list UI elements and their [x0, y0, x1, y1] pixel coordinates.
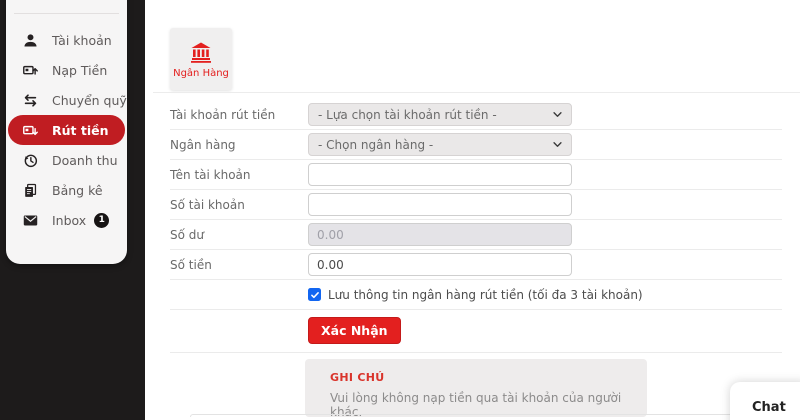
account-number-input[interactable]: [308, 193, 572, 216]
sidebar-item-inbox[interactable]: Inbox 1: [6, 205, 127, 235]
tab-label: Ngân Hàng: [173, 68, 229, 79]
sidebar-item-label: Chuyển quỹ: [52, 93, 127, 108]
sidebar-item-chuyen-quy[interactable]: Chuyển quỹ: [6, 85, 127, 115]
withdraw-icon: [22, 122, 39, 139]
form-row-balance: Số dư: [170, 220, 782, 250]
sidebar-item-label: Rút tiền: [52, 123, 109, 138]
check-icon: [310, 290, 320, 300]
statement-icon: [22, 182, 39, 199]
field-label: Ngân hàng: [170, 138, 308, 152]
chat-label: Chat: [752, 400, 786, 415]
history-icon: [22, 152, 39, 169]
sidebar-item-bang-ke[interactable]: Bảng kê: [6, 175, 127, 205]
save-bank-info-label: Lưu thông tin ngân hàng rút tiền (tối đa…: [328, 288, 643, 302]
form-row-amount: Số tiền: [170, 250, 782, 280]
chevron-down-icon: [552, 139, 563, 150]
main-content: Ngân Hàng Tài khoản rút tiền - Lựa chọn …: [145, 0, 800, 420]
user-icon: [22, 32, 39, 49]
sidebar-item-nap-tien[interactable]: Nạp Tiền: [6, 55, 127, 85]
account-name-input[interactable]: [308, 163, 572, 186]
save-bank-info-checkbox[interactable]: [308, 288, 321, 301]
sidebar-divider: [14, 13, 119, 14]
page: Tài khoản Nạp Tiền Chuyển quỹ Rút tiền: [0, 0, 800, 420]
sidebar-item-tai-khoan[interactable]: Tài khoản: [6, 25, 127, 55]
field-label: Số dư: [170, 228, 308, 242]
sidebar-item-label: Bảng kê: [52, 183, 103, 198]
deposit-icon: [22, 62, 39, 79]
chevron-down-icon: [552, 109, 563, 120]
tab-ngan-hang[interactable]: Ngân Hàng: [170, 28, 232, 90]
bank-icon: [189, 40, 213, 64]
sidebar-item-doanh-thu[interactable]: Doanh thu: [6, 145, 127, 175]
note-box: GHI CHÚ Vui lòng không nạp tiền qua tài …: [305, 359, 647, 417]
sidebar-item-label: Nạp Tiền: [52, 63, 107, 78]
select-value: - Lựa chọn tài khoản rút tiền -: [318, 108, 497, 122]
form-row-withdraw-account: Tài khoản rút tiền - Lựa chọn tài khoản …: [170, 100, 782, 130]
withdraw-form: Tài khoản rút tiền - Lựa chọn tài khoản …: [170, 100, 782, 417]
select-value: - Chọn ngân hàng -: [318, 138, 433, 152]
footer-divider: [190, 414, 782, 417]
form-row-bank: Ngân hàng - Chọn ngân hàng -: [170, 130, 782, 160]
form-row-account-name: Tên tài khoản: [170, 160, 782, 190]
chat-widget[interactable]: Chat: [730, 382, 800, 420]
field-label: Số tài khoản: [170, 198, 308, 212]
field-label: Tài khoản rút tiền: [170, 108, 308, 122]
section-divider: [153, 92, 800, 93]
inbox-unread-badge: 1: [94, 213, 109, 228]
sidebar-menu: Tài khoản Nạp Tiền Chuyển quỹ Rút tiền: [6, 25, 127, 235]
form-row-account-number: Số tài khoản: [170, 190, 782, 220]
sidebar: Tài khoản Nạp Tiền Chuyển quỹ Rút tiền: [6, 0, 127, 264]
inbox-icon: [22, 212, 39, 229]
sidebar-item-label: Doanh thu: [52, 153, 118, 168]
balance-input: [308, 223, 572, 246]
field-label: Số tiền: [170, 258, 308, 272]
transfer-icon: [22, 92, 39, 109]
amount-input[interactable]: [308, 253, 572, 276]
sidebar-item-label: Inbox: [52, 213, 86, 228]
save-bank-info-row: Lưu thông tin ngân hàng rút tiền (tối đa…: [170, 280, 782, 310]
confirm-button[interactable]: Xác Nhận: [308, 317, 401, 344]
bank-select[interactable]: - Chọn ngân hàng -: [308, 133, 572, 156]
note-title: GHI CHÚ: [330, 371, 647, 384]
sidebar-item-label: Tài khoản: [52, 33, 112, 48]
sidebar-item-rut-tien[interactable]: Rút tiền: [8, 115, 125, 145]
withdraw-account-select[interactable]: - Lựa chọn tài khoản rút tiền -: [308, 103, 572, 126]
field-label: Tên tài khoản: [170, 168, 308, 182]
submit-row: Xác Nhận: [170, 310, 782, 353]
